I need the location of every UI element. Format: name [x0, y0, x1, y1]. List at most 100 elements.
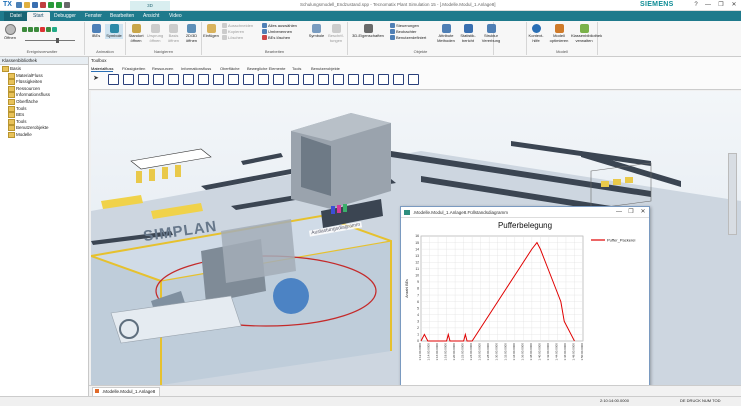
settings-icon[interactable] [64, 2, 70, 8]
chart-close-button[interactable]: ✕ [637, 207, 649, 218]
toolbox-tool[interactable] [108, 74, 119, 85]
x-tick-label: 1:22:00.0000 [461, 343, 465, 361]
user-defined-icon [390, 35, 395, 41]
toolbox-tool[interactable] [348, 74, 359, 85]
tree-item[interactable]: Tools [2, 118, 86, 126]
close-button[interactable]: ✕ [728, 0, 740, 10]
toolbox-tab[interactable]: Oberfläche [220, 66, 240, 71]
speed-slider[interactable] [25, 40, 75, 41]
tree-item[interactable]: Ressourcen [2, 85, 86, 93]
tree-item[interactable]: Informationsfluss [2, 92, 86, 99]
step-icon[interactable] [34, 27, 39, 33]
minimize-button[interactable]: — [702, 0, 714, 10]
einfuegen-button[interactable]: Einfügen [202, 24, 220, 39]
toolbox-tool[interactable] [153, 74, 164, 85]
benutzerdefiniert-button[interactable]: Benutzerdefiniert [390, 35, 426, 41]
play-icon[interactable] [48, 2, 54, 8]
toolbox-tab[interactable]: Benutzerobjekte [311, 66, 340, 71]
basis-oeffnen-button[interactable]: Basis öffnen [165, 24, 182, 43]
new-file-icon[interactable] [16, 2, 22, 8]
tab-debugger[interactable]: Debugger [48, 12, 82, 21]
tree-item[interactable]: Modelle [2, 131, 86, 139]
symbole-edit-button[interactable]: Symbole [308, 24, 325, 39]
tree-item[interactable]: BEs [2, 112, 86, 119]
toolbox-tab[interactable]: Ressourcen [152, 66, 173, 71]
standort-oeffnen-button[interactable]: Standort öffnen [127, 24, 145, 43]
x-tick-label: 1:14:00.0000 [427, 343, 431, 361]
toolbox-tool[interactable] [168, 74, 179, 85]
toolbox-tool[interactable] [303, 74, 314, 85]
class-library-tree: Basis MaterialFluss Flüssigkeiten Ressource… [0, 65, 88, 140]
toolbox-tool[interactable] [393, 74, 404, 85]
tab-datei[interactable]: Datei [4, 12, 28, 21]
toolbox-tool[interactable] [318, 74, 329, 85]
stop-icon[interactable] [40, 27, 45, 33]
toolbox-tab[interactable]: Informationsfluss [181, 66, 211, 71]
modell-optimieren-button[interactable]: Modell optimieren [548, 24, 570, 43]
tab-start[interactable]: Start [27, 12, 50, 21]
help-icon[interactable]: ? [690, 0, 702, 10]
ibes-button[interactable]: IBEs [88, 24, 104, 39]
toolbox-tool[interactable] [183, 74, 194, 85]
ursprung-oeffnen-button[interactable]: Ursprung öffnen [146, 24, 164, 43]
eigenschaften-3d-button[interactable]: 3D-Eigenschaften [348, 24, 388, 39]
vertical-scrollbar[interactable] [728, 153, 737, 235]
toolbox-tab[interactable]: Materialfluss [91, 66, 114, 72]
toolbox-tool[interactable] [408, 74, 419, 85]
save-icon[interactable] [32, 2, 38, 8]
attribute-methoden-button[interactable]: Attribute Methoden [436, 24, 456, 43]
restore-button[interactable]: ❐ [715, 0, 727, 10]
tree-item[interactable]: MaterialFluss [2, 72, 86, 80]
symbole-button[interactable]: Symbole [105, 24, 123, 39]
chart-restore-button[interactable]: ❐ [625, 207, 637, 218]
toolbox-tab[interactable]: Tools [292, 66, 301, 71]
tab-bearbeiten[interactable]: Bearbeiten [104, 12, 140, 21]
klassenbibliothek-verwalten-button[interactable]: Klassenbibliothek verwalten [571, 24, 602, 43]
toolbox-tool[interactable] [123, 74, 134, 85]
tree-item[interactable]: Tools [2, 105, 86, 113]
toolbox-tool[interactable] [243, 74, 254, 85]
fast-icon[interactable] [46, 27, 51, 33]
fuellstandsdiagramm-window[interactable]: .Modelle.Modul_1.Anlage8.Füllstandsdiagr… [400, 206, 650, 396]
cut-icon[interactable] [40, 2, 46, 8]
toolbox-tool[interactable] [213, 74, 224, 85]
struktur-vererbung-button[interactable]: Struktur Vererbung [480, 24, 502, 43]
attributes-icon [441, 24, 451, 33]
step-icon[interactable] [56, 2, 62, 8]
toolbox-tool[interactable] [363, 74, 374, 85]
beschriftungen-button[interactable]: Beschrif-tungen [326, 24, 346, 43]
statistikbericht-button[interactable]: Statistik-bericht [458, 24, 478, 43]
toolbox-tool[interactable] [138, 74, 149, 85]
folder-icon [8, 72, 15, 79]
view-2d3d-button[interactable]: 2D/3D öffnen [183, 24, 200, 43]
library-icon [579, 24, 589, 33]
oeffnen-button[interactable]: Öffnen [2, 24, 18, 41]
toolbox-tool[interactable] [288, 74, 299, 85]
toolbox-tool[interactable]: ➤ [93, 74, 102, 83]
speed-slider-thumb[interactable] [56, 38, 59, 43]
kontexthilfe-button[interactable]: Kontext-hilfe [527, 24, 545, 43]
toolbox-tab[interactable]: Flüssigkeiten [122, 66, 145, 71]
tree-item[interactable]: Benutzerobjekte [2, 125, 86, 132]
context-tab-3d[interactable]: 3D [130, 1, 170, 10]
chart-minimize-button[interactable]: — [613, 207, 625, 218]
toolbox-tab[interactable]: Bewegliche Elemente [247, 66, 285, 71]
loeschen-button[interactable]: Löschen [222, 35, 253, 41]
tree-item[interactable]: Oberfläche [2, 98, 86, 106]
toolbox-tool[interactable] [258, 74, 269, 85]
reset-icon[interactable] [22, 27, 27, 33]
tab-ansicht[interactable]: Ansicht [137, 12, 165, 21]
toolbox-tool[interactable] [273, 74, 284, 85]
tab-video[interactable]: Video [163, 12, 188, 21]
bes-loeschen-button[interactable]: BEs löschen [262, 35, 297, 41]
toolbox-tool[interactable] [333, 74, 344, 85]
toolbox-tool[interactable] [378, 74, 389, 85]
open-file-icon[interactable] [24, 2, 30, 8]
doc-tab-anlage8[interactable]: .Modelle.Modul_1.Anlage8 [92, 387, 161, 396]
tree-item[interactable]: Basis [2, 66, 86, 73]
tree-item[interactable]: Flüssigkeiten [2, 79, 86, 86]
real-time-icon[interactable] [52, 27, 57, 33]
start-icon[interactable] [28, 27, 33, 33]
toolbox-tool[interactable] [198, 74, 209, 85]
toolbox-tool[interactable] [228, 74, 239, 85]
